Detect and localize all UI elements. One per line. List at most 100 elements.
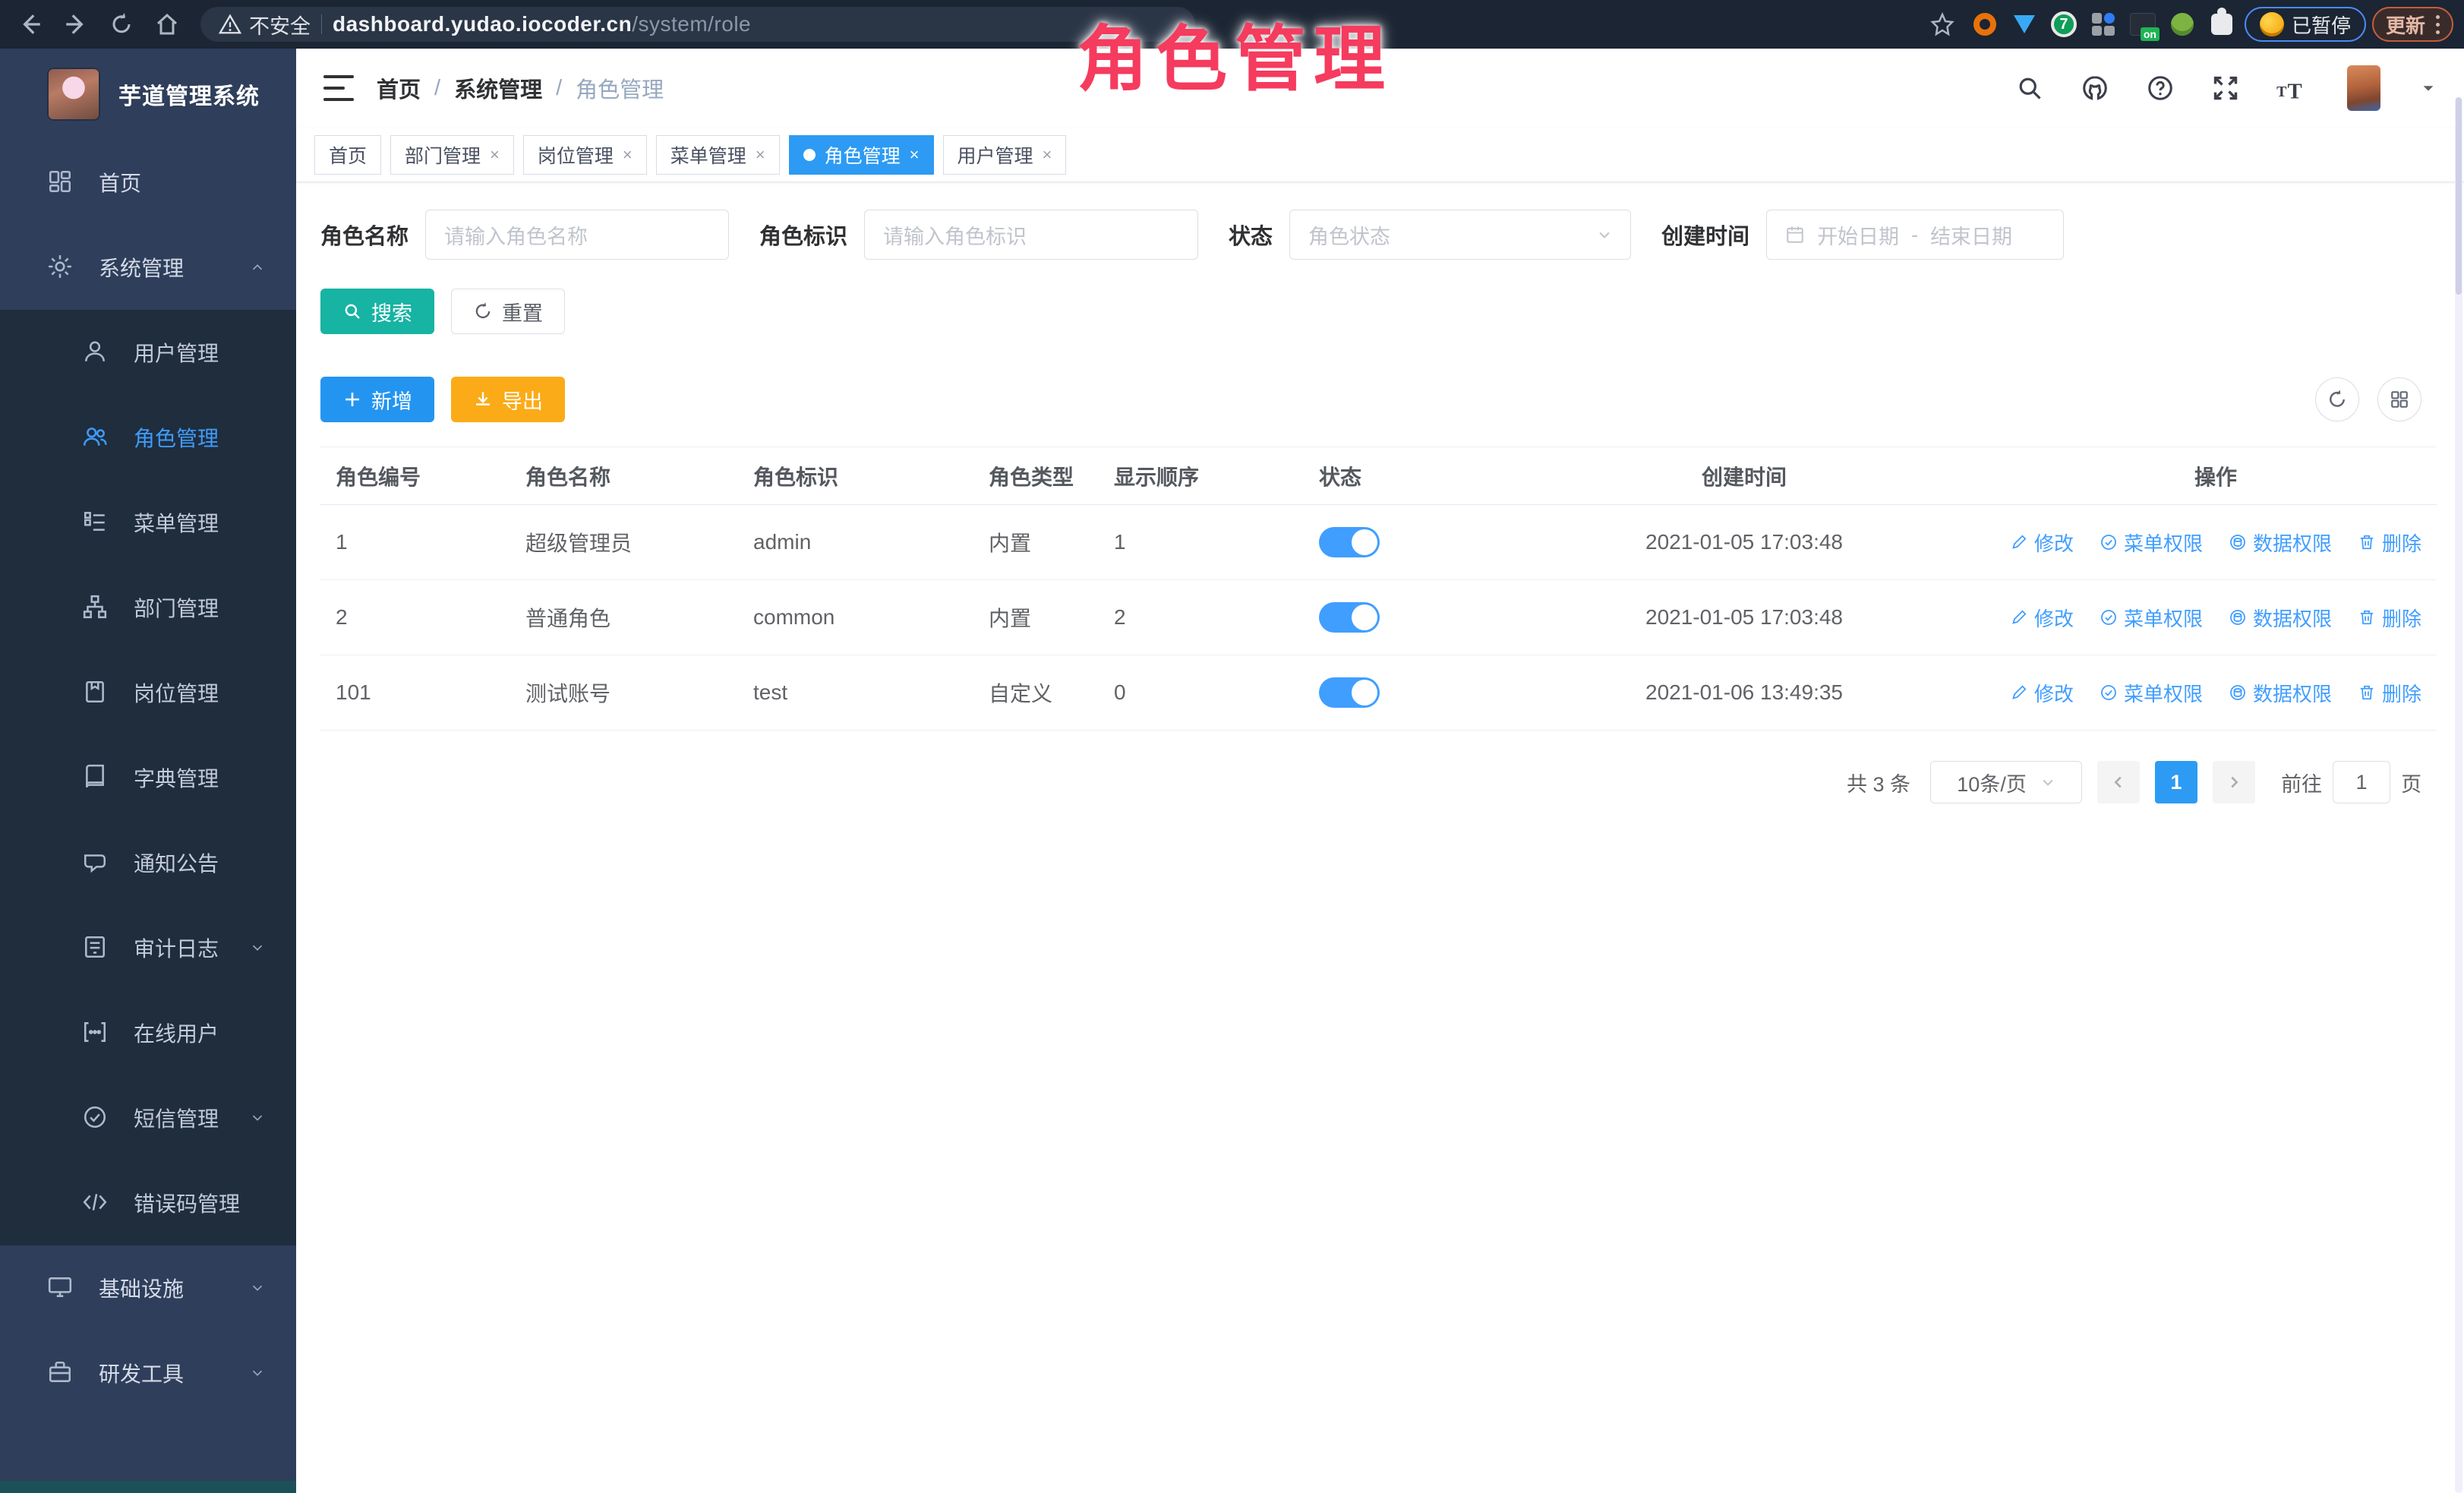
action-修改[interactable]: 修改 — [2010, 679, 2074, 707]
help-icon[interactable] — [2139, 67, 2182, 109]
action-修改[interactable]: 修改 — [2010, 604, 2074, 632]
tab-角色管理[interactable]: 角色管理× — [789, 135, 934, 175]
chevron-down-icon — [2040, 775, 2055, 790]
sidebar-item-label: 部门管理 — [134, 592, 266, 623]
add-button[interactable]: 新增 — [320, 377, 434, 422]
sidebar-item-label: 系统管理 — [99, 252, 225, 283]
tab-用户管理[interactable]: 用户管理× — [943, 135, 1067, 175]
search-button-row: 搜索 重置 — [320, 289, 2437, 334]
action-数据权限[interactable]: 数据权限 — [2229, 529, 2332, 557]
font-size-icon[interactable]: TT — [2270, 67, 2312, 109]
browser-forward-icon[interactable] — [56, 5, 96, 44]
tab-label: 部门管理 — [405, 141, 481, 169]
url-text[interactable]: dashboard.yudao.iocoder.cn/system/role — [333, 12, 751, 36]
search-button[interactable]: 搜索 — [320, 289, 434, 334]
sidebar-item-在线用户[interactable]: 在线用户 — [0, 990, 296, 1075]
column-settings-button[interactable] — [2377, 377, 2421, 421]
action-菜单权限[interactable]: 菜单权限 — [2100, 679, 2203, 707]
sidebar-toggle-icon[interactable] — [323, 75, 354, 101]
gear-icon — [47, 254, 74, 281]
role-name-input[interactable]: 请输入角色名称 — [425, 210, 729, 260]
sidebar-item-label: 用户管理 — [134, 337, 266, 368]
page-number-button[interactable]: 1 — [2155, 761, 2197, 803]
user-caret-down-icon[interactable] — [2420, 80, 2437, 96]
action-数据权限[interactable]: 数据权限 — [2229, 679, 2332, 707]
export-button[interactable]: 导出 — [451, 377, 565, 422]
extension-gem-icon[interactable] — [2008, 8, 2041, 41]
sidebar-item-系统管理[interactable]: 系统管理 — [0, 225, 296, 310]
browser-back-icon[interactable] — [11, 5, 50, 44]
cell-create-time: 2021-01-06 13:49:35 — [1494, 680, 1995, 705]
status-toggle[interactable] — [1319, 602, 1380, 633]
security-warning[interactable]: 不安全 — [219, 10, 311, 39]
profile-paused-chip[interactable]: 已暂停 — [2245, 7, 2366, 42]
reset-button[interactable]: 重置 — [451, 289, 565, 334]
browser-reload-icon[interactable] — [102, 5, 141, 44]
sidebar-logo[interactable]: 芋道管理系统 — [0, 49, 296, 140]
tab-岗位管理[interactable]: 岗位管理× — [523, 135, 647, 175]
extension-on-badge-icon[interactable]: on — [2126, 8, 2160, 41]
breadcrumb-separator: / — [556, 76, 562, 101]
sidebar-item-用户管理[interactable]: 用户管理 — [0, 310, 296, 395]
next-page-button[interactable] — [2213, 761, 2255, 803]
browser-menu-kebab-icon[interactable] — [2436, 15, 2440, 34]
status-select[interactable]: 角色状态 — [1289, 210, 1631, 260]
action-数据权限[interactable]: 数据权限 — [2229, 604, 2332, 632]
sidebar-item-研发工具[interactable]: 研发工具 — [0, 1330, 296, 1416]
user-avatar[interactable] — [2347, 65, 2380, 111]
sidebar-item-字典管理[interactable]: 字典管理 — [0, 735, 296, 820]
status-toggle[interactable] — [1319, 677, 1380, 708]
close-icon[interactable]: × — [910, 145, 920, 165]
page-scrollbar[interactable] — [2455, 97, 2462, 1493]
extension-colordots-icon[interactable] — [2087, 8, 2120, 41]
sidebar-item-岗位管理[interactable]: 岗位管理 — [0, 650, 296, 735]
action-删除[interactable]: 删除 — [2358, 604, 2421, 632]
trash-icon — [2358, 608, 2376, 627]
chevron-down-icon — [249, 1365, 266, 1381]
action-删除[interactable]: 删除 — [2358, 679, 2421, 707]
create-time-range-input[interactable]: 开始日期 - 结束日期 — [1766, 210, 2064, 260]
extension-green-seven-icon[interactable]: 7 — [2047, 8, 2081, 41]
sidebar-item-短信管理[interactable]: 短信管理 — [0, 1075, 296, 1160]
sidebar-item-基础设施[interactable]: 基础设施 — [0, 1245, 296, 1330]
fullscreen-icon[interactable] — [2204, 67, 2247, 109]
sidebar-item-错误码管理[interactable]: 错误码管理 — [0, 1160, 296, 1245]
extension-monkey-icon[interactable] — [2166, 8, 2199, 41]
github-icon[interactable] — [2074, 67, 2116, 109]
search-icon[interactable] — [2008, 67, 2051, 109]
browser-update-button[interactable]: 更新 — [2372, 7, 2453, 42]
action-删除[interactable]: 删除 — [2358, 529, 2421, 557]
address-bar[interactable]: 不安全 dashboard.yudao.iocoder.cn/system/ro… — [200, 7, 1195, 42]
bookmark-star-icon[interactable] — [1923, 5, 1962, 44]
refresh-table-button[interactable] — [2315, 377, 2359, 421]
sidebar-item-label: 错误码管理 — [134, 1188, 266, 1218]
sidebar-item-角色管理[interactable]: 角色管理 — [0, 395, 296, 480]
sidebar-item-通知公告[interactable]: 通知公告 — [0, 820, 296, 905]
extension-orange-icon[interactable] — [1968, 8, 2002, 41]
prev-page-button[interactable] — [2097, 761, 2140, 803]
status-toggle[interactable] — [1319, 527, 1380, 557]
close-icon[interactable]: × — [490, 145, 500, 165]
close-icon[interactable]: × — [756, 145, 765, 165]
sidebar-item-审计日志[interactable]: 审计日志 — [0, 905, 296, 990]
tab-菜单管理[interactable]: 菜单管理× — [656, 135, 780, 175]
breadcrumb-item[interactable]: 首页 — [377, 72, 421, 104]
sidebar-item-菜单管理[interactable]: 菜单管理 — [0, 480, 296, 565]
role-key-input[interactable]: 请输入角色标识 — [864, 210, 1198, 260]
tab-部门管理[interactable]: 部门管理 × — [390, 135, 514, 175]
goto-page-input[interactable]: 1 — [2333, 761, 2390, 803]
action-菜单权限[interactable]: 菜单权限 — [2100, 529, 2203, 557]
close-icon[interactable]: × — [1043, 145, 1052, 165]
extensions-puzzle-icon[interactable] — [2205, 8, 2238, 41]
chevron-down-icon — [249, 1109, 266, 1126]
page-size-select[interactable]: 10条/页 — [1930, 761, 2082, 803]
action-修改[interactable]: 修改 — [2010, 529, 2074, 557]
browser-home-icon[interactable] — [147, 5, 187, 44]
action-菜单权限[interactable]: 菜单权限 — [2100, 604, 2203, 632]
breadcrumb-item[interactable]: 系统管理 — [454, 72, 542, 104]
sidebar-item-部门管理[interactable]: 部门管理 — [0, 565, 296, 650]
column-header: 创建时间 — [1494, 461, 1995, 491]
sidebar-item-首页[interactable]: 首页 — [0, 140, 296, 225]
close-icon[interactable]: × — [623, 145, 633, 165]
tab-首页[interactable]: 首页 — [314, 135, 381, 175]
